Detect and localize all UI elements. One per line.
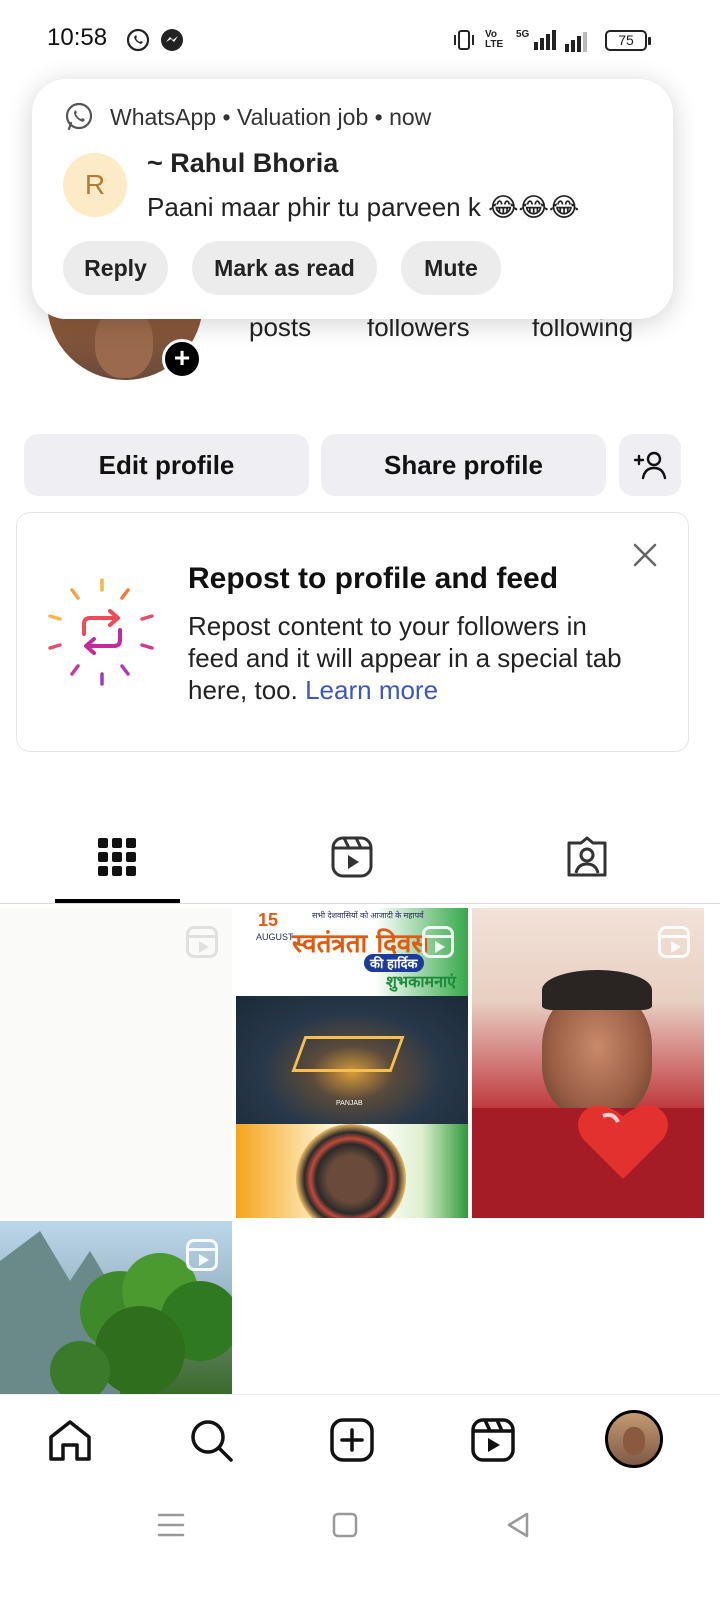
poster-month: AUGUST <box>256 932 294 942</box>
battery-icon: 75 <box>605 30 651 51</box>
grid-icon[interactable] <box>95 835 139 879</box>
home-icon[interactable] <box>47 1417 93 1463</box>
sender-avatar: R <box>63 153 127 217</box>
learn-more-link[interactable]: Learn more <box>305 675 438 705</box>
create-icon[interactable] <box>329 1417 375 1463</box>
poster-place: PANJAB <box>336 1100 363 1107</box>
repost-card-title: Repost to profile and feed <box>188 562 559 595</box>
whatsapp-icon <box>65 102 93 131</box>
notification-header: WhatsApp • Valuation job • now <box>110 104 431 131</box>
home-button-icon[interactable] <box>330 1510 360 1540</box>
mute-button[interactable]: Mute <box>401 241 501 295</box>
reels-icon[interactable] <box>470 1417 516 1463</box>
edit-profile-button[interactable]: Edit profile <box>24 434 309 496</box>
repost-card-body: Repost content to your followers in feed… <box>188 610 628 706</box>
poster-temple-image: PANJAB <box>236 996 468 1124</box>
grid-tile-4[interactable] <box>0 1221 232 1395</box>
messenger-status-icon <box>161 29 183 51</box>
notification-sender: ~ Rahul Bhoria <box>147 148 339 178</box>
notification-message: Paani maar phir tu parveen k 😂😂😂 <box>147 192 580 222</box>
search-icon[interactable] <box>188 1417 234 1463</box>
repost-icon <box>48 578 154 686</box>
vibrate-icon <box>454 30 474 50</box>
heart-effect <box>568 1094 678 1184</box>
tab-divider <box>0 903 720 904</box>
reel-badge-icon <box>422 926 454 958</box>
whatsapp-status-icon <box>126 28 150 52</box>
svg-text:5G: 5G <box>516 29 530 40</box>
notification-time: now <box>389 104 432 130</box>
notification-app-name: WhatsApp <box>110 104 217 130</box>
reels-tab-icon[interactable] <box>330 835 374 879</box>
grid-tile-2[interactable]: 15 AUGUST सभी देशवासियों को आजादी के महा… <box>236 908 468 1218</box>
grid-tile-1[interactable] <box>0 908 232 1218</box>
poster-date: 15 <box>258 910 279 930</box>
reel-badge-icon <box>186 926 218 958</box>
signal-2-icon <box>565 32 587 52</box>
poster-top-line: सभी देशवासियों को आजादी के महापर्व <box>312 911 424 920</box>
close-icon[interactable] <box>630 540 660 570</box>
add-person-icon <box>633 451 667 480</box>
mark-as-read-button[interactable]: Mark as read <box>192 241 377 295</box>
menu-icon[interactable] <box>156 1510 186 1540</box>
notification-group: Valuation job <box>236 104 369 130</box>
reel-badge-icon <box>658 926 690 958</box>
status-time: 10:58 <box>47 24 108 51</box>
volte-indicator: Vo LTE <box>485 29 504 50</box>
grid-tile-3[interactable] <box>472 908 704 1218</box>
back-icon[interactable] <box>503 1510 533 1540</box>
tagged-icon[interactable] <box>565 835 609 879</box>
nav-avatar-face <box>623 1427 645 1455</box>
person-hair <box>542 970 652 1010</box>
reply-button[interactable]: Reply <box>63 241 168 295</box>
add-story-button[interactable]: + <box>162 339 202 379</box>
poster-sub2: शुभकामनाएं <box>386 974 457 991</box>
signal-icon: 5G <box>516 29 556 50</box>
discover-people-button[interactable] <box>619 434 681 496</box>
separator-dot: • <box>222 104 237 130</box>
profile-avatar[interactable] <box>605 1410 663 1468</box>
separator-dot: • <box>374 104 390 130</box>
temple-outline <box>291 1036 405 1072</box>
share-profile-button[interactable]: Share profile <box>321 434 606 496</box>
reel-badge-icon <box>186 1239 218 1271</box>
